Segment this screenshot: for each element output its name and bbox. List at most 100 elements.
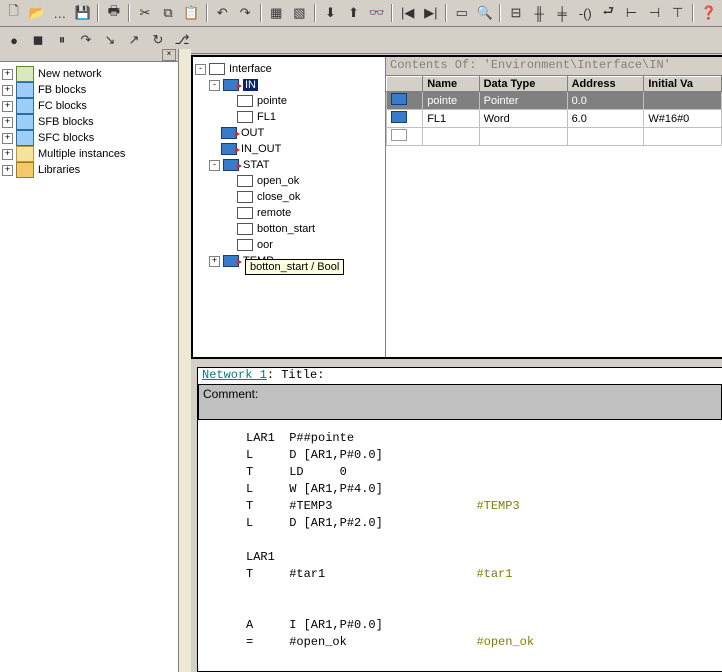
program-elements-pane: × +New network+FB blocks+FC blocks+SFB b… [0,49,179,672]
tree-leaf[interactable]: botton_start [257,223,315,235]
nav-item[interactable]: +FB blocks [2,82,176,98]
…-button[interactable]: … [49,2,70,24]
column-header[interactable]: Address [567,77,644,92]
m2-button[interactable]: ╫ [529,2,550,24]
cell-name[interactable]: FL1 [423,110,479,128]
blocks-icon [16,82,34,98]
variable-icon [237,239,253,251]
nav-item[interactable]: +SFB blocks [2,114,176,130]
lib-button[interactable]: ▧ [289,2,310,24]
expand-icon[interactable]: + [2,117,13,128]
expand-icon[interactable]: + [2,85,13,96]
tree-leaf[interactable]: pointe [257,95,287,107]
step-in-button[interactable]: ↘ [99,29,121,51]
obj-button[interactable]: ▦ [266,2,287,24]
tree-node-in[interactable]: IN [243,79,258,91]
expand-icon[interactable]: + [2,149,13,160]
paste-button[interactable]: 📋 [181,2,202,24]
cell-init[interactable] [644,92,722,110]
tree-leaf[interactable]: close_ok [257,191,300,203]
comment-box[interactable]: Comment: [198,384,722,420]
print-button[interactable]: 🖶 [103,2,124,24]
copy-button[interactable]: ⧉ [157,2,178,24]
stop-button[interactable]: ◼ [27,29,49,51]
tree-node-inout[interactable]: IN_OUT [241,143,281,155]
step-out-button[interactable]: ↗ [123,29,145,51]
cell-type[interactable]: Pointer [479,92,567,110]
redo-button[interactable]: ↷ [235,2,256,24]
cell-init[interactable]: W#16#0 [644,110,722,128]
win-find-button[interactable]: 🔍 [474,2,495,24]
m8-button[interactable]: ⊤ [667,2,688,24]
expand-icon[interactable]: + [2,133,13,144]
tree-leaf[interactable]: open_ok [257,175,299,187]
close-icon[interactable]: × [162,49,176,61]
m4-button[interactable]: -() [575,2,596,24]
contents-title: Contents Of: 'Environment\Interface\IN' [386,57,722,76]
tree-node-stat[interactable]: STAT [243,159,269,171]
collapse-icon[interactable]: - [209,160,220,171]
expand-icon[interactable]: + [2,69,13,80]
code-area[interactable]: Network 1: Title: Comment: LAR1 P##point… [197,367,722,672]
nav-item[interactable]: +Libraries [2,162,176,178]
save-button[interactable]: 💾 [72,2,93,24]
expand-icon[interactable]: + [2,165,13,176]
nav2-button[interactable]: ▶| [420,2,441,24]
nav-item[interactable]: +FC blocks [2,98,176,114]
table-row[interactable]: FL1Word6.0W#16#0 [387,110,722,128]
blocks-icon [16,98,34,114]
collapse-icon[interactable]: - [209,80,220,91]
win-tile-button[interactable]: ▭ [451,2,472,24]
table-row[interactable]: pointePointer0.0 [387,92,722,110]
tree-leaf[interactable]: FL1 [257,111,276,123]
m6-button[interactable]: ⊢ [621,2,642,24]
tree-root: Interface [229,63,272,75]
cell-type[interactable]: Word [479,110,567,128]
tooltip: botton_start / Bool [245,259,344,275]
m3-button[interactable]: ╪ [552,2,573,24]
m1-button[interactable]: ⊟ [505,2,526,24]
nav-item[interactable]: +New network [2,66,176,82]
table-row-empty[interactable] [387,128,722,146]
column-header[interactable] [387,77,423,92]
network-title[interactable]: Network 1: Title: [198,368,722,382]
column-header[interactable]: Initial Va [644,77,722,92]
stl-code[interactable]: LAR1 P##pointe L D [AR1,P#0.0] T LD 0 L … [198,420,722,651]
restart-button[interactable]: ↻ [147,29,169,51]
step-over-button[interactable]: ↷ [75,29,97,51]
open-button[interactable]: 📂 [26,2,47,24]
variable-icon [237,111,253,123]
tree-node-out[interactable]: OUT [241,127,264,139]
upld-button[interactable]: ⬆ [343,2,364,24]
variable-table[interactable]: NameData TypeAddressInitial Va pointePoi… [386,76,722,146]
cell-name[interactable]: pointe [423,92,479,110]
new-button[interactable]: 🗋 [3,2,24,24]
undo-button[interactable]: ↶ [212,2,233,24]
interface-tree[interactable]: -Interface -IN pointe FL1 OUT IN_OUT -ST… [193,57,386,357]
branch-button[interactable]: ⎇ [171,29,193,51]
dnld-button[interactable]: ⬇ [320,2,341,24]
m7-button[interactable]: ⊣ [644,2,665,24]
collapse-icon[interactable]: - [195,64,206,75]
nav-item[interactable]: +Multiple instances [2,146,176,162]
nav-item[interactable]: +SFC blocks [2,130,176,146]
cut-button[interactable]: ✂ [134,2,155,24]
expand-icon[interactable]: + [209,256,220,267]
cell-address[interactable]: 6.0 [567,110,644,128]
m5-button[interactable]: ⮐ [598,2,619,24]
rec-button[interactable]: ● [3,29,25,51]
tree-leaf[interactable]: remote [257,207,291,219]
help-cursor-button[interactable]: ❓ [698,2,719,24]
pause-button[interactable]: ⏸ [51,29,73,51]
column-header[interactable]: Name [423,77,479,92]
nav1-button[interactable]: |◀ [397,2,418,24]
cell-address[interactable]: 0.0 [567,92,644,110]
io-icon [391,111,407,123]
interface-icon [209,63,225,75]
column-header[interactable]: Data Type [479,77,567,92]
folder-icon [16,146,34,162]
glasses-button[interactable]: 👓 [366,2,387,24]
tree-leaf[interactable]: oor [257,239,273,251]
expand-icon[interactable]: + [2,101,13,112]
pane-titlebar: × [0,49,178,62]
